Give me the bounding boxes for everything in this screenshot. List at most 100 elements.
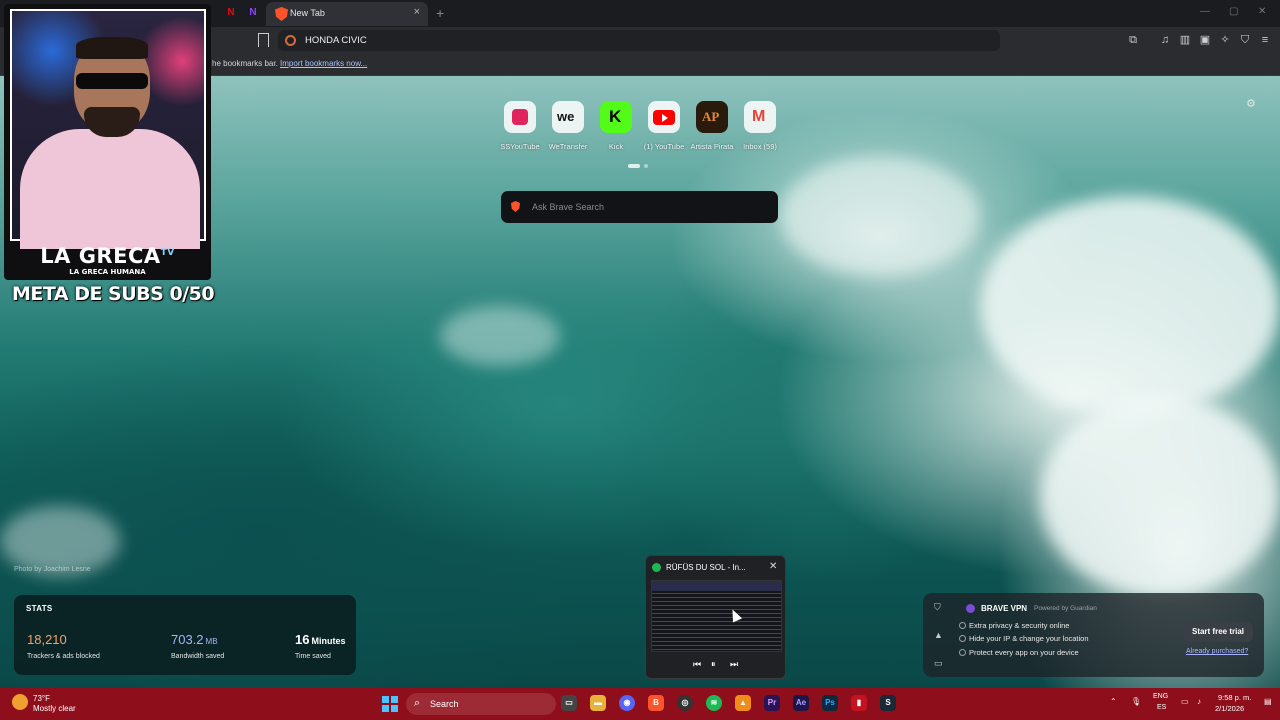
language-top[interactable]: ENG [1153,693,1168,700]
previous-track-button[interactable]: ⏮ [693,659,701,670]
search-placeholder[interactable]: Ask Brave Search [532,202,604,212]
stat-time: 16 Minutes Time saved [295,631,345,660]
task-view-icon[interactable]: ▭ [561,695,577,711]
leo-ai-icon[interactable]: ✧ [1219,34,1231,46]
tray-overflow-icon[interactable]: ⌃ [1110,697,1117,706]
webcam-frame [10,9,206,249]
ssyoutube-icon [504,101,536,133]
notifications-icon[interactable]: ▤ [1264,697,1272,706]
vpn-feature: Extra privacy & security online [958,621,1070,630]
sidebar-icon[interactable]: ▥ [1179,34,1191,46]
close-window-button[interactable]: ✕ [1258,6,1266,17]
taskbar-search[interactable]: ⌕ Search [406,693,556,715]
site-info-icon[interactable] [285,35,296,46]
language-bottom[interactable]: ES [1157,704,1166,711]
webcam-overlay: LA GRECATV LA GRECA HUMANA [4,4,211,280]
weather-temp[interactable]: 73°F [33,694,50,703]
brave-search-icon [511,201,520,212]
pause-button[interactable]: ⏸ [711,659,716,670]
stats-heading: STATS [26,604,53,613]
netflix-tab-icon[interactable]: N [224,6,238,20]
after-effects-icon[interactable]: Ae [793,695,809,711]
photoshop-icon[interactable]: Ps [822,695,838,711]
artista-pirata-icon: AP [696,101,728,133]
address-text[interactable]: HONDA CIVIC [305,35,367,46]
tab-close-button[interactable]: × [414,6,420,18]
vpn-powered-by: Powered by Guardian [1034,605,1097,612]
file-explorer-icon[interactable]: ▬ [590,695,606,711]
bookmark-icon[interactable] [258,33,269,47]
vpn-widget: ⛉ ▲ ▭ BRAVE VPN Powered by Guardian Extr… [923,593,1264,677]
weather-description[interactable]: Mostly clear [33,704,76,713]
vpn-card-icon[interactable]: ▭ [934,658,943,669]
premiere-icon[interactable]: Pr [764,695,780,711]
wetransfer-icon: we [552,101,584,133]
media-close-button[interactable]: ✕ [769,561,777,572]
vpn-news-icon[interactable]: ▲ [934,630,943,640]
app-icon[interactable]: ▮ [851,695,867,711]
already-purchased-link[interactable]: Already purchased? [1186,648,1248,655]
vpn-brand: BRAVE VPN [981,604,1028,613]
stat-trackers: 18,210 Trackers & ads blocked [27,631,100,660]
import-bookmarks-link[interactable]: Import bookmarks now... [280,59,367,68]
new-tab-button[interactable]: + [436,5,444,21]
photo-credit[interactable]: Photo by Joachim Lesne [14,566,91,573]
taskbar: 73°F Mostly clear ⌕ Search ▭ ▬ ◉ B ◎ ≋ ▲… [0,688,1280,720]
vpn-feature: Hide your IP & change your location [959,634,1089,643]
spotify-taskbar-icon[interactable]: ≋ [706,695,722,711]
steam-icon[interactable]: S [880,695,896,711]
top-sites-page-dot[interactable] [644,164,648,168]
media-thumbnail[interactable] [651,580,782,652]
stats-widget: STATS 18,210 Trackers & ads blocked 703.… [14,595,356,675]
vpn-feature: Protect every app on your device [959,648,1079,657]
bandwidth-value: 703.2 [171,632,204,647]
bookmarks-hint: he bookmarks bar. [212,59,278,68]
vpn-logo-icon [966,604,975,613]
tab-title: New Tab [290,8,325,18]
brave-taskbar-icon[interactable]: B [648,695,664,711]
music-icon[interactable]: ♫ [1159,34,1171,46]
screenshot-icon[interactable]: ⧉ [1127,34,1139,46]
top-site-gmail[interactable]: M Inbox (59) [738,101,782,151]
stat-bandwidth: 703.2 MB Bandwidth saved [171,631,224,660]
time-unit: Minutes [311,636,346,646]
start-button[interactable] [382,696,398,712]
wallet-icon[interactable]: ▣ [1199,34,1211,46]
vlc-icon[interactable]: ▲ [735,695,751,711]
network-icon[interactable]: ▭ [1181,697,1189,706]
gmail-icon: M [744,101,776,133]
menu-icon[interactable]: ≡ [1259,34,1271,46]
weather-icon[interactable] [12,694,28,710]
bookmarks-message: he bookmarks bar. Import bookmarks now..… [212,59,367,68]
time-value: 16 [295,632,310,647]
vpn-shield-icon[interactable]: ⛉ [934,602,941,613]
subscriber-goal: META DE SUBS 0/50 [12,283,215,305]
clock-date[interactable]: 2/1/2026 [1215,704,1244,713]
discord-icon[interactable]: ◉ [619,695,635,711]
pinned-tab-icon[interactable]: N [246,6,260,20]
media-popup: RÜFÜS DU SOL - In... ✕ ⏮ ⏸ ⏭ [645,555,786,679]
trackers-caption: Trackers & ads blocked [27,653,100,660]
address-bar[interactable]: HONDA CIVIC [278,30,1000,51]
bandwidth-caption: Bandwidth saved [171,653,225,660]
clock-time[interactable]: 9:58 p. m. [1218,693,1251,702]
vpn-shield-icon[interactable]: ⛉ [1239,34,1251,46]
settings-gear-icon[interactable]: ⚙ [1246,97,1256,110]
maximize-button[interactable]: ▢ [1229,6,1238,17]
next-track-button[interactable]: ⏭ [730,659,738,670]
media-title: RÜFÜS DU SOL - In... [666,563,746,572]
search-icon: ⌕ [414,697,421,709]
channel-logo: LA GRECATV [4,244,211,268]
tab-new-tab[interactable]: New Tab × [266,2,428,26]
top-sites-page-dot-active[interactable] [628,164,640,168]
channel-name: LA GRECA [40,244,161,268]
time-caption: Time saved [295,653,331,660]
minimize-button[interactable]: — [1200,6,1210,17]
volume-icon[interactable]: ♪ [1197,697,1201,706]
brave-icon [275,7,288,21]
youtube-icon [648,101,680,133]
chrome-icon[interactable]: ◎ [677,695,693,711]
microphone-icon[interactable]: 🎙 [1131,697,1141,706]
start-free-trial-button[interactable]: Start free trial [1183,622,1253,642]
brave-search-box[interactable]: Ask Brave Search [501,191,778,223]
